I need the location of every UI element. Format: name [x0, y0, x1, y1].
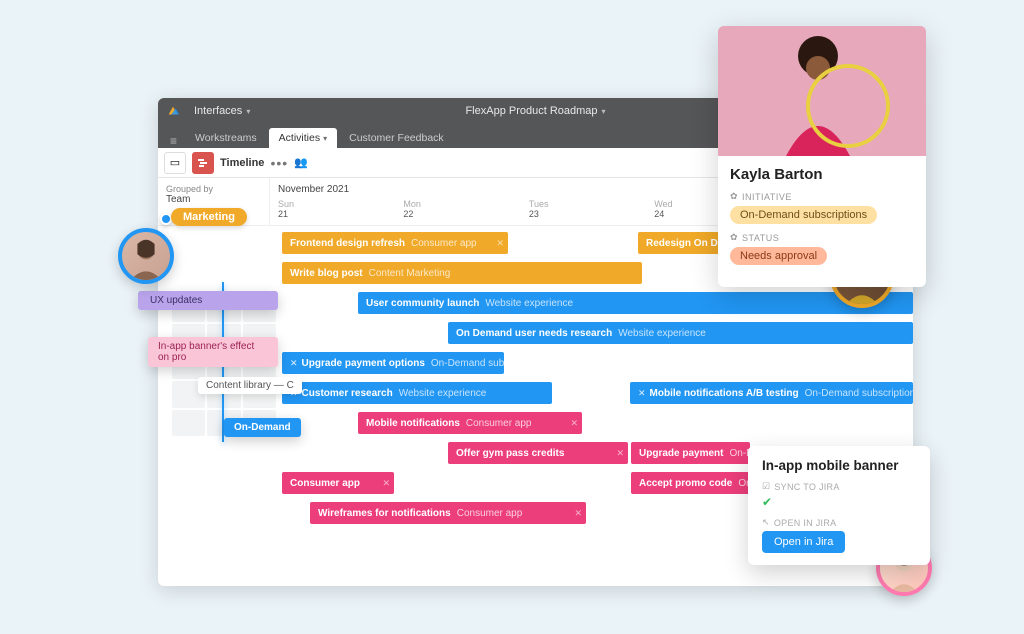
tab-customer-feedback[interactable]: Customer Feedback: [339, 128, 454, 148]
day-column: Sun21: [278, 199, 403, 219]
bar-title: Consumer app: [290, 478, 360, 489]
timeline-bar[interactable]: Mobile notifications Consumer app ✕: [358, 412, 582, 434]
profile-name: Kayla Barton: [730, 166, 914, 183]
cursor-icon: ↖: [762, 517, 770, 528]
initiative-label: ✿INITIATIVE: [730, 191, 914, 202]
timeline-bar[interactable]: Accept promo codeOn-Demand: [631, 472, 750, 494]
sync-check-icon: ✔: [762, 495, 916, 509]
timeline-bar[interactable]: Frontend design refresh Consumer app ✕: [282, 232, 508, 254]
timeline-bar[interactable]: Wireframes for notifications Consumer app…: [310, 502, 586, 524]
bar-title: Frontend design refresh: [290, 238, 405, 249]
bar-title: Mobile notifications: [366, 418, 460, 429]
bar-subtitle: On-Demand subscriptions: [805, 388, 913, 399]
bar-subtitle: Consumer app: [411, 238, 477, 249]
interfaces-dropdown[interactable]: Interfaces ▾: [188, 103, 256, 119]
timeline-bar[interactable]: ✕Customer researchWebsite experience: [282, 382, 552, 404]
timeline-view-button[interactable]: [192, 152, 214, 174]
timeline-bar[interactable]: Consumer app ✕: [282, 472, 394, 494]
chevron-down-icon: ▾: [602, 107, 606, 116]
close-icon[interactable]: ✕: [616, 448, 624, 459]
bar-title: User community launch: [366, 298, 479, 309]
inapp-effect-chip[interactable]: In-app banner's effect on pro: [148, 337, 278, 367]
jira-card: In-app mobile banner ☑SYNC TO JIRA ✔ ↖OP…: [748, 446, 930, 565]
people-icon[interactable]: 👥: [294, 156, 308, 169]
bar-title: Upgrade payment: [639, 448, 723, 459]
gear-icon: ✿: [730, 232, 738, 243]
app-title[interactable]: FlexApp Product Roadmap ▾: [465, 105, 605, 117]
bar-subtitle: On-Demand subscriptions: [431, 358, 504, 369]
bar-title: Customer research: [302, 388, 393, 399]
bar-title: Upgrade payment options: [302, 358, 425, 369]
bar-subtitle: Consumer app: [466, 418, 532, 429]
bar-title: Accept promo code: [639, 478, 732, 489]
chevron-down-icon: ▾: [323, 134, 327, 143]
lock-icon: ✕: [638, 388, 646, 399]
gear-icon: ✿: [730, 191, 738, 202]
bar-title: On Demand user needs research: [456, 328, 612, 339]
tab-activities[interactable]: Activities▾: [269, 128, 337, 148]
profile-card: Kayla Barton ✿INITIATIVE On-Demand subsc…: [718, 26, 926, 287]
bar-subtitle: On-Demand: [729, 448, 750, 459]
sync-icon: ☑: [762, 481, 770, 492]
lock-icon: ✕: [290, 358, 298, 369]
bar-subtitle: Website experience: [399, 388, 487, 399]
close-icon[interactable]: ✕: [570, 418, 578, 429]
content-library-chip[interactable]: Content library — C: [198, 377, 302, 394]
status-pill[interactable]: Needs approval: [730, 247, 827, 265]
ux-updates-chip[interactable]: UX updates: [138, 291, 278, 310]
timeline-label: Timeline: [220, 157, 264, 169]
bar-title: Offer gym pass credits: [456, 448, 564, 459]
avatar-left[interactable]: [118, 228, 174, 284]
view-toggle-button[interactable]: ▭: [164, 152, 186, 174]
timeline-bar[interactable]: ✕ Upgrade payment options On-Demand subscr…: [282, 352, 504, 374]
bar-title: Wireframes for notifications: [318, 508, 451, 519]
jira-title: In-app mobile banner: [762, 458, 916, 473]
bar-subtitle: Consumer app: [457, 508, 523, 519]
bar-subtitle: Website experience: [618, 328, 706, 339]
bar-subtitle: Content Marketing: [369, 268, 451, 279]
profile-photo: [718, 26, 926, 156]
marketing-chip[interactable]: Marketing: [171, 208, 247, 226]
chevron-down-icon: ▾: [246, 107, 250, 116]
bar-subtitle: Website experience: [485, 298, 573, 309]
tab-workstreams[interactable]: Workstreams: [185, 128, 267, 148]
dropdown-label: Interfaces: [194, 105, 242, 117]
day-column: Mon22: [403, 199, 528, 219]
close-icon[interactable]: ✕: [382, 478, 390, 489]
ondemand-chip[interactable]: On-Demand: [224, 418, 301, 437]
day-column: Tues23: [529, 199, 654, 219]
profile-body: Kayla Barton ✿INITIATIVE On-Demand subsc…: [718, 156, 926, 287]
close-icon[interactable]: ✕: [574, 508, 582, 519]
more-menu-icon[interactable]: •••: [270, 155, 288, 171]
app-logo-icon: [164, 102, 182, 120]
close-icon[interactable]: ✕: [496, 238, 504, 249]
menu-icon[interactable]: ≡: [162, 134, 185, 148]
sync-to-jira-label: ☑SYNC TO JIRA: [762, 481, 916, 492]
timeline-bar[interactable]: On Demand user needs research Website exp…: [448, 322, 913, 344]
bar-title: Mobile notifications A/B testing: [650, 388, 799, 399]
initiative-pill[interactable]: On-Demand subscriptions: [730, 206, 877, 224]
open-in-jira-button[interactable]: Open in Jira: [762, 531, 845, 553]
timeline-bar[interactable]: Write blog post Content Marketing: [282, 262, 642, 284]
timeline-bar[interactable]: Upgrade payment On-Demand: [631, 442, 750, 464]
timeline-bar[interactable]: ✕ Mobile notifications A/B testing On-Dema…: [630, 382, 913, 404]
timeline-bar[interactable]: User community launch Website experience: [358, 292, 913, 314]
timeline-bar[interactable]: Offer gym pass credits ✕: [448, 442, 628, 464]
open-in-jira-label: ↖OPEN IN JIRA: [762, 517, 916, 528]
status-label: ✿STATUS: [730, 232, 914, 243]
bar-title: Write blog post: [290, 268, 363, 279]
